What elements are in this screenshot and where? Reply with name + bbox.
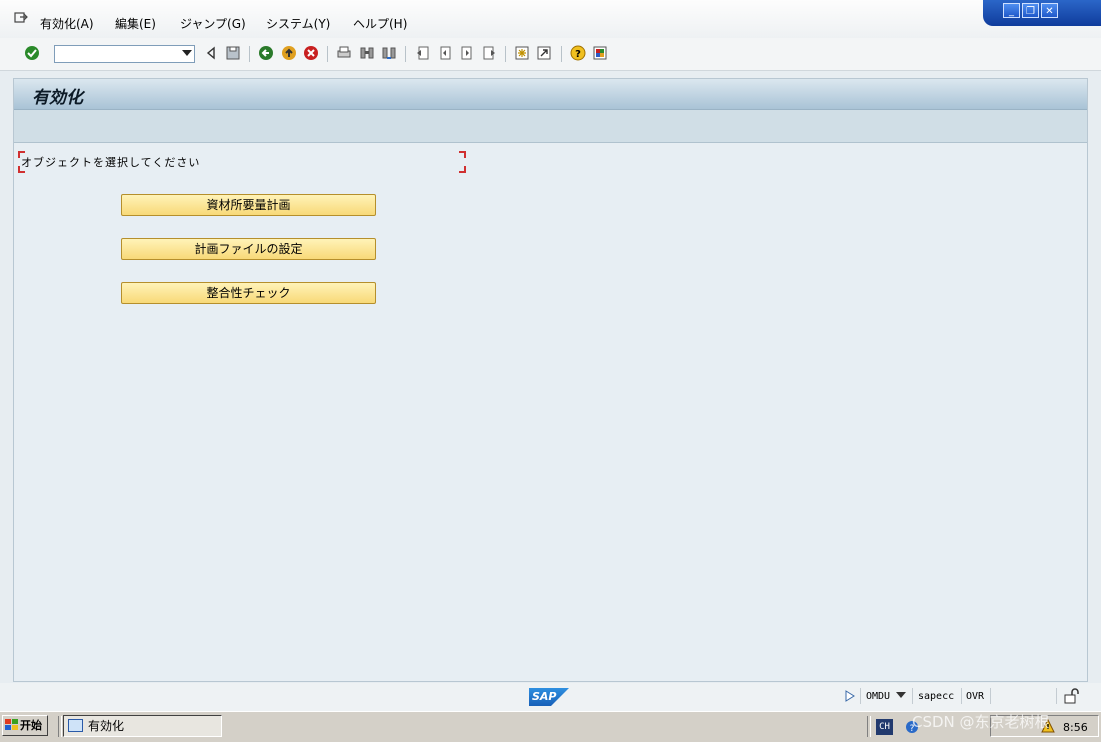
svg-text:?: ? <box>575 49 581 60</box>
find-icon[interactable] <box>359 45 375 61</box>
task-item-label: 有効化 <box>88 719 125 733</box>
chevron-down-icon[interactable] <box>896 692 906 699</box>
clock: 8:56 <box>1063 721 1088 734</box>
instruction-label: オブジェクトを選択してください <box>21 156 201 169</box>
toolbar-separator <box>249 46 250 62</box>
title-bar: 有効化 <box>14 79 1087 110</box>
last-page-icon[interactable] <box>481 45 497 61</box>
windows-logo-icon <box>5 719 18 730</box>
instruction-frame: オブジェクトを選択してください <box>18 151 466 173</box>
toolbar-separator <box>327 46 328 62</box>
screen-area: 有効化 オブジェクトを選択してください 資材所要量計画 計画ファイルの設定 整合… <box>13 78 1088 682</box>
menu-activate[interactable]: 有効化(A) <box>40 15 94 32</box>
save-icon[interactable] <box>225 45 241 61</box>
enter-icon[interactable] <box>24 45 40 61</box>
command-field[interactable] <box>54 45 195 63</box>
sap-window-icon <box>68 719 83 732</box>
server-field: sapecc <box>918 691 955 702</box>
first-page-icon[interactable] <box>415 45 431 61</box>
help-icon[interactable]: ? <box>570 45 586 61</box>
new-session-icon[interactable] <box>514 45 530 61</box>
toolbar-separator <box>561 46 562 62</box>
minimize-button[interactable]: _ <box>1003 3 1020 18</box>
status-separator <box>912 688 913 704</box>
sap-logo: SAP <box>529 688 569 706</box>
menu-goto[interactable]: ジャンプ(G) <box>180 15 246 32</box>
toolbar-separator <box>505 46 506 62</box>
transaction-field: OMDU <box>866 691 891 702</box>
status-separator <box>1056 688 1057 704</box>
status-separator <box>860 688 861 704</box>
status-separator <box>990 688 991 704</box>
command-input[interactable] <box>55 46 181 62</box>
close-button[interactable]: ✕ <box>1041 3 1058 18</box>
task-item-sap[interactable]: 有効化 <box>63 715 222 737</box>
print-icon[interactable] <box>336 45 352 61</box>
cancel-icon[interactable] <box>303 45 319 61</box>
previous-page-icon[interactable] <box>437 45 453 61</box>
collapse-arrow-icon[interactable] <box>203 45 219 61</box>
start-label: 开始 <box>20 719 42 732</box>
standard-toolbar: ? <box>0 38 1101 71</box>
chevron-down-icon[interactable] <box>182 50 192 56</box>
page-title: 有効化 <box>32 88 83 108</box>
window-controls: _ ❐ ✕ <box>983 0 1101 26</box>
menu-system[interactable]: システム(Y) <box>266 15 330 32</box>
frame-corner <box>459 151 466 158</box>
triangle-right-icon[interactable] <box>845 690 855 702</box>
language-indicator[interactable]: CH <box>876 719 893 735</box>
session-menu-icon[interactable] <box>14 11 28 25</box>
application-toolbar <box>14 110 1087 143</box>
next-page-icon[interactable] <box>459 45 475 61</box>
unlock-icon <box>1064 688 1079 704</box>
menu-help[interactable]: ヘルプ(H) <box>353 15 407 32</box>
menu-edit[interactable]: 編集(E) <box>115 15 156 32</box>
mrp-button[interactable]: 資材所要量計画 <box>121 194 376 216</box>
restore-button[interactable]: ❐ <box>1022 3 1039 18</box>
toolbar-separator <box>405 46 406 62</box>
planning-file-settings-button[interactable]: 計画ファイルの設定 <box>121 238 376 260</box>
back-icon[interactable] <box>258 45 274 61</box>
start-button[interactable]: 开始 <box>2 715 48 736</box>
frame-corner <box>459 166 466 173</box>
taskbar-separator <box>58 716 62 737</box>
find-next-icon[interactable] <box>381 45 397 61</box>
shortcut-icon[interactable] <box>536 45 552 61</box>
consistency-check-button[interactable]: 整合性チェック <box>121 282 376 304</box>
mode-field[interactable]: OVR <box>966 691 984 702</box>
status-separator <box>961 688 962 704</box>
exit-icon[interactable] <box>281 45 297 61</box>
customize-layout-icon[interactable] <box>592 45 608 61</box>
taskbar-separator <box>867 716 871 737</box>
status-bar: SAP OMDU sapecc OVR <box>0 683 1101 711</box>
menu-bar: 有効化(A) 編集(E) ジャンプ(G) システム(Y) ヘルプ(H) _ ❐ … <box>0 0 1101 38</box>
watermark: CSDN @东京老树根 <box>912 713 1050 731</box>
